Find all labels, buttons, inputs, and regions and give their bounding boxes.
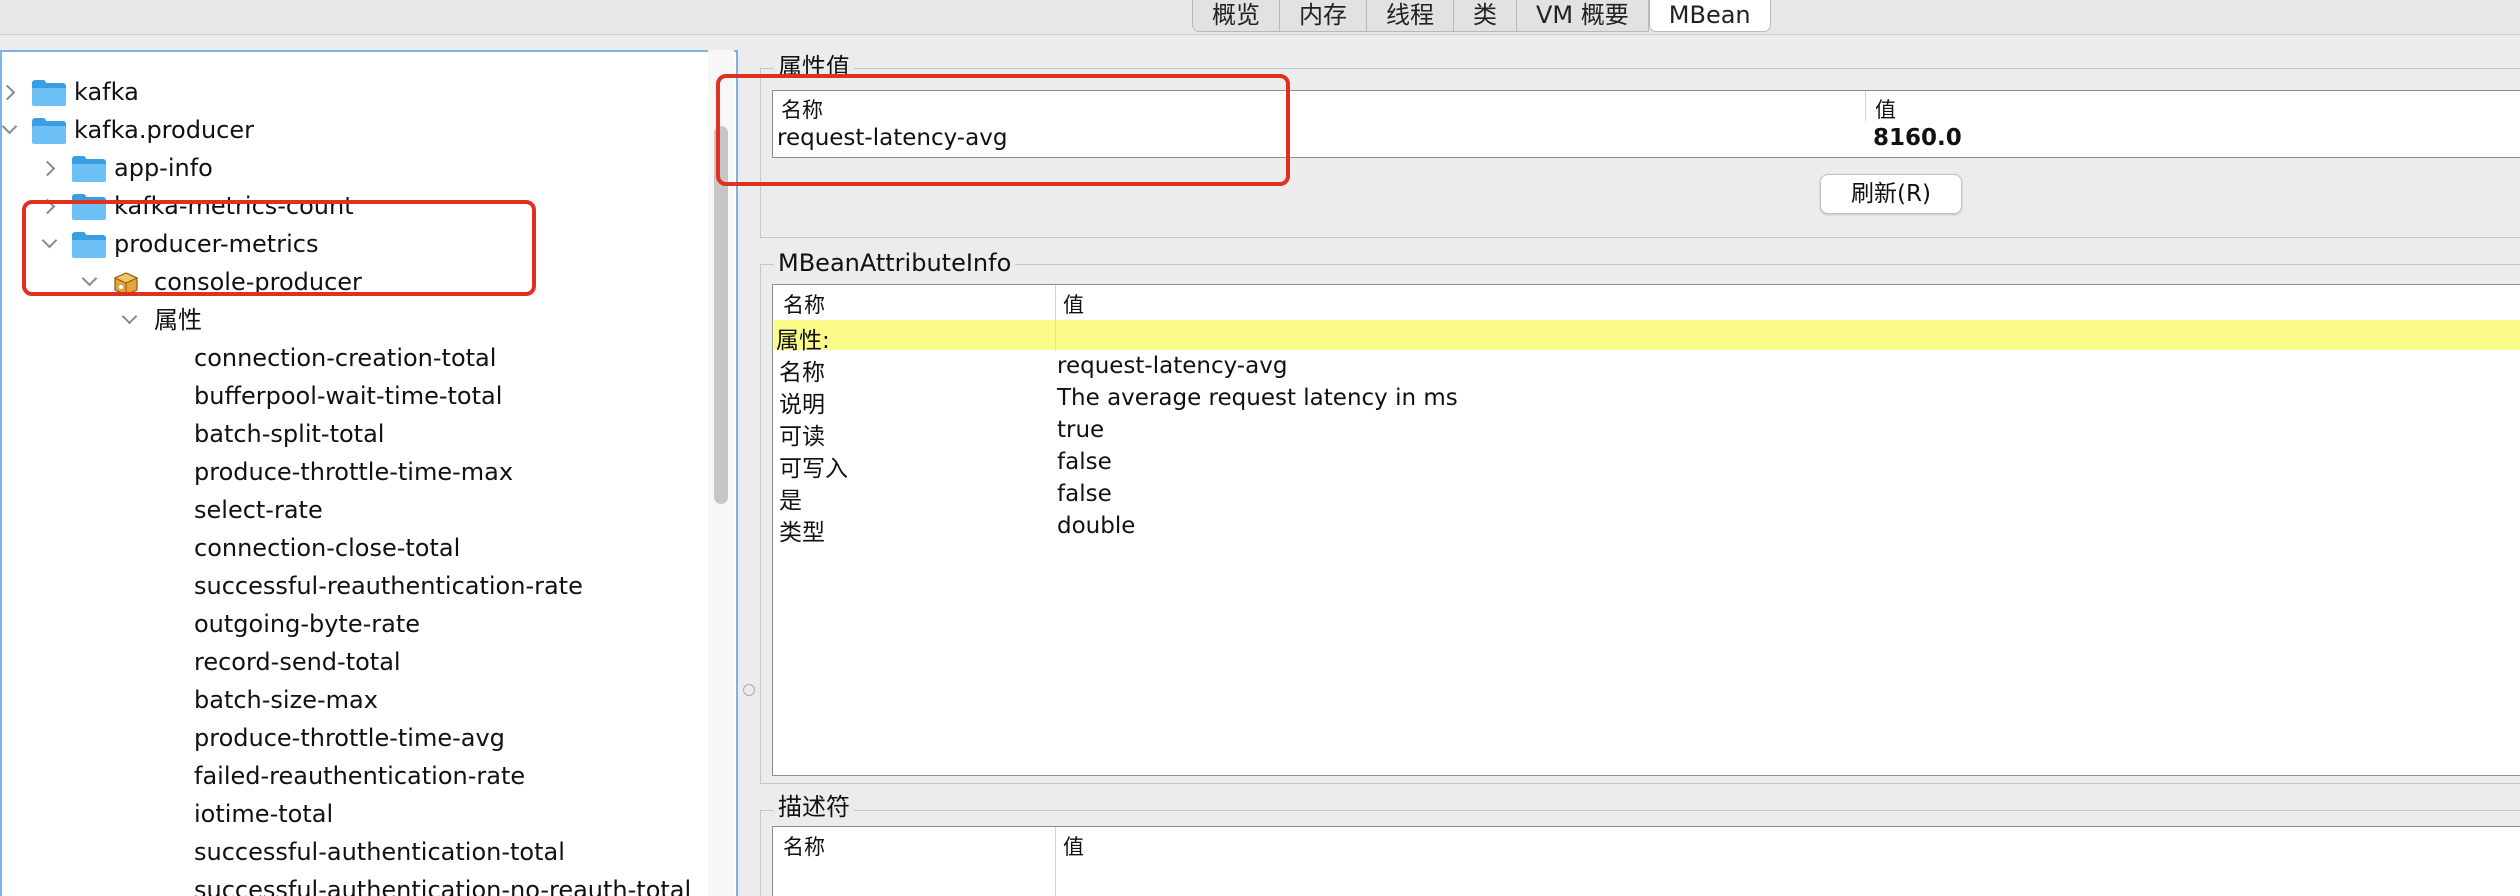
attribute-leaf-label: record-send-total	[194, 648, 401, 676]
tree-node-kafka-producer[interactable]: kafka.producer	[2, 112, 702, 148]
info-row-value[interactable]: true	[1057, 417, 1104, 443]
info-row-name: 名称	[779, 360, 825, 386]
column-header-value[interactable]: 值	[1063, 289, 1084, 319]
tab-vm-summary[interactable]: VM 概要	[1517, 0, 1649, 32]
annotation-box-attribute-value	[716, 74, 1290, 186]
attribute-leaf-label: connection-creation-total	[194, 344, 497, 372]
tree-leaf-attribute[interactable]: failed-reauthentication-rate	[2, 758, 702, 794]
attribute-leaf-label: produce-throttle-time-max	[194, 458, 514, 486]
refresh-button[interactable]: 刷新(R)	[1820, 174, 1962, 214]
tab-bar: 概览 内存 线程 类 VM 概要 MBean	[1192, 0, 1771, 34]
info-row-name: 可读	[779, 424, 825, 450]
column-header-value[interactable]: 值	[1875, 94, 1896, 124]
info-row-name: 类型	[779, 520, 825, 546]
info-row-value[interactable]: false	[1057, 481, 1112, 507]
tree-leaf-attribute[interactable]: connection-creation-total	[2, 340, 702, 376]
tab-classes[interactable]: 类	[1454, 0, 1517, 32]
tab-threads[interactable]: 线程	[1367, 0, 1454, 32]
tree-node-app-info[interactable]: app-info	[2, 150, 702, 186]
tree-node-label: app-info	[114, 154, 213, 182]
tree-leaf-attribute[interactable]: connection-close-total	[2, 530, 702, 566]
tree-node-label: kafka	[74, 78, 139, 106]
attribute-leaf-label: outgoing-byte-rate	[194, 610, 421, 638]
tree-node-kafka[interactable]: kafka	[2, 74, 702, 110]
attribute-leaf-label: iotime-total	[194, 800, 334, 828]
tree-leaf-attribute[interactable]: produce-throttle-time-avg	[2, 720, 702, 756]
attribute-leaf-label: connection-close-total	[194, 534, 461, 562]
tree-leaf-attribute[interactable]: record-send-total	[2, 644, 702, 680]
tree-leaf-attribute[interactable]: outgoing-byte-rate	[2, 606, 702, 642]
attribute-leaf-label: select-rate	[194, 496, 323, 524]
chevron-right-icon[interactable]	[39, 160, 56, 177]
annotation-box-producer-metrics	[22, 200, 536, 296]
column-divider	[1865, 91, 1866, 121]
tab-overview[interactable]: 概览	[1192, 0, 1280, 32]
mbean-tree[interactable]: kafka kafka.producer app-info kafka-metr…	[0, 50, 738, 896]
column-divider	[1055, 320, 1056, 350]
chevron-down-icon[interactable]	[121, 308, 138, 325]
attribute-leaf-label: failed-reauthentication-rate	[194, 762, 526, 790]
attribute-leaf-label: produce-throttle-time-avg	[194, 724, 505, 752]
chevron-down-icon[interactable]	[2, 118, 18, 135]
attribute-leaf-label: bufferpool-wait-time-total	[194, 382, 503, 410]
chevron-right-icon[interactable]	[2, 84, 16, 101]
info-row-value[interactable]: request-latency-avg	[1057, 353, 1287, 379]
folder-icon	[32, 80, 66, 106]
info-row-name: 说明	[779, 392, 825, 418]
attribute-leaf-label: successful-authentication-no-reauth-tota…	[194, 876, 692, 896]
info-row-value[interactable]: The average request latency in ms	[1057, 385, 1458, 411]
tree-leaf-attribute[interactable]: successful-authentication-no-reauth-tota…	[2, 872, 702, 896]
tree-leaf-attribute[interactable]: produce-throttle-time-max	[2, 454, 702, 490]
column-header-value[interactable]: 值	[1063, 831, 1084, 861]
tab-mbean[interactable]: MBean	[1648, 0, 1771, 32]
attribute-leaf-label: successful-reauthentication-rate	[194, 572, 583, 600]
tree-node-attributes[interactable]: 属性	[2, 302, 702, 338]
folder-icon	[32, 118, 66, 144]
tree-node-label: 属性	[154, 306, 202, 334]
section-row-highlight	[774, 320, 2520, 350]
column-divider	[1055, 827, 1056, 896]
tab-memory[interactable]: 内存	[1280, 0, 1367, 32]
tree-leaf-attribute[interactable]: iotime-total	[2, 796, 702, 832]
descriptor-title: 描述符	[774, 794, 854, 820]
tree-leaf-attribute[interactable]: select-rate	[2, 492, 702, 528]
info-row-value[interactable]: false	[1057, 449, 1112, 475]
info-row-name: 是	[779, 488, 802, 514]
divider-grip-icon[interactable]	[743, 684, 755, 696]
tree-leaf-attribute[interactable]: successful-reauthentication-rate	[2, 568, 702, 604]
attribute-info-table[interactable]: 名称 值 名称 request-latency-avg 说明 The average …	[772, 284, 2520, 776]
column-header-name[interactable]: 名称	[783, 289, 825, 319]
tree-leaf-attribute[interactable]: successful-authentication-total	[2, 834, 702, 870]
attribute-leaf-label: successful-authentication-total	[194, 838, 565, 866]
column-header-name[interactable]: 名称	[783, 831, 825, 861]
info-row-value[interactable]: double	[1057, 513, 1135, 539]
info-row-name: 可写入	[779, 456, 848, 482]
descriptor-table[interactable]: 名称 值	[772, 826, 2520, 896]
attribute-leaf-label: batch-size-max	[194, 686, 378, 714]
attribute-info-title: MBeanAttributeInfo	[774, 250, 1016, 276]
tree-leaf-attribute[interactable]: batch-split-total	[2, 416, 702, 452]
folder-icon	[72, 156, 106, 182]
attribute-leaf-label: batch-split-total	[194, 420, 385, 448]
attribute-value-cell[interactable]: 8160.0	[1873, 125, 1962, 151]
tree-node-label: kafka.producer	[74, 116, 254, 144]
section-label: 属性:	[776, 328, 830, 354]
tree-leaf-attribute[interactable]: batch-size-max	[2, 682, 702, 718]
tree-leaf-attribute[interactable]: bufferpool-wait-time-total	[2, 378, 702, 414]
